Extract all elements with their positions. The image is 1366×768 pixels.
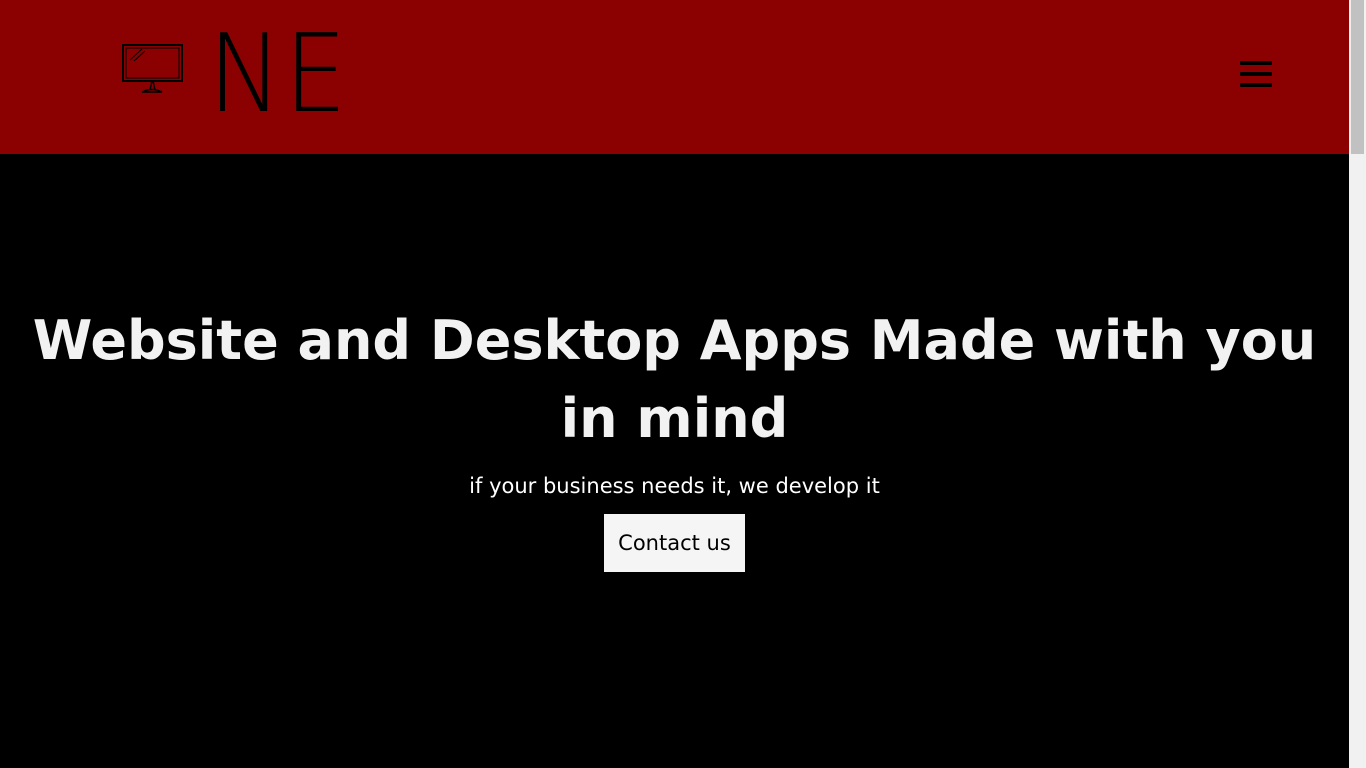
contact-us-button[interactable]: Contact us [604,514,745,572]
hero-subtitle: if your business needs it, we develop it [469,474,880,498]
menu-bar [1240,72,1272,76]
site-logo[interactable]: NE [120,12,361,137]
scrollbar-thumb[interactable] [1351,0,1364,154]
hamburger-menu-icon[interactable] [1236,58,1274,92]
monitor-icon [122,44,183,93]
hero-title: Website and Desktop Apps Made with you i… [32,309,1317,450]
hero-section: Website and Desktop Apps Made with you i… [0,154,1349,768]
vertical-scrollbar[interactable] [1349,0,1366,768]
site-header: NE [0,0,1349,154]
menu-bar [1240,83,1272,87]
logo-text: NE [208,12,349,137]
page: NE Website and Desktop Apps Made with yo… [0,0,1366,768]
menu-bar [1240,61,1272,65]
